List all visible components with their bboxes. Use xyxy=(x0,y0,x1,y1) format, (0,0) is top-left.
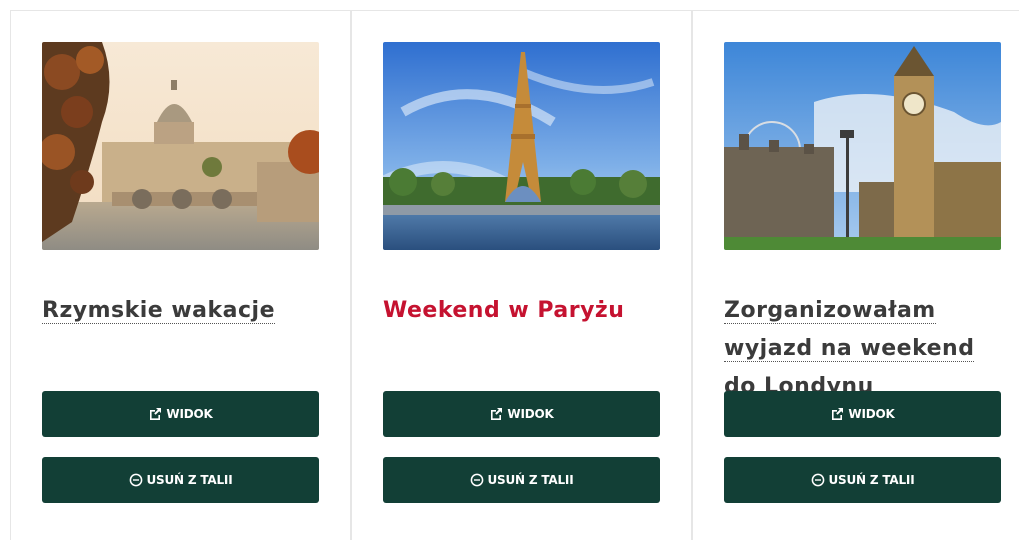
card-image-london[interactable] xyxy=(724,42,1001,250)
view-button[interactable]: WIDOK xyxy=(383,391,660,437)
minus-circle-icon xyxy=(470,473,484,487)
view-button-label: WIDOK xyxy=(166,407,213,421)
card-image-rome[interactable] xyxy=(42,42,319,250)
card-image-paris[interactable] xyxy=(383,42,660,250)
remove-from-deck-button[interactable]: USUŃ Z TALII xyxy=(383,457,660,503)
card-title[interactable]: Rzymskie wakacje xyxy=(42,292,322,330)
card-paris: Weekend w Paryżu WIDOK USUŃ Z TALII xyxy=(351,10,692,540)
minus-circle-icon xyxy=(129,473,143,487)
remove-button-label: USUŃ Z TALII xyxy=(146,473,233,487)
external-link-icon xyxy=(148,407,162,421)
card-row: Rzymskie wakacje WIDOK USUŃ Z TALII Week… xyxy=(0,0,1019,540)
remove-button-label: USUŃ Z TALII xyxy=(828,473,915,487)
card-title[interactable]: Weekend w Paryżu xyxy=(383,292,663,330)
view-button-label: WIDOK xyxy=(848,407,895,421)
view-button[interactable]: WIDOK xyxy=(42,391,319,437)
card-rome: Rzymskie wakacje WIDOK USUŃ Z TALII xyxy=(10,10,351,540)
view-button-label: WIDOK xyxy=(507,407,554,421)
card-title-link[interactable]: Weekend w Paryżu xyxy=(383,298,624,323)
remove-button-label: USUŃ Z TALII xyxy=(487,473,574,487)
card-title-link[interactable]: Rzymskie wakacje xyxy=(42,298,276,324)
remove-from-deck-button[interactable]: USUŃ Z TALII xyxy=(724,457,1001,503)
view-button[interactable]: WIDOK xyxy=(724,391,1001,437)
card-title-link[interactable]: Zorganizowałam wyjazd na weekend do Lond… xyxy=(724,298,975,394)
external-link-icon xyxy=(830,407,844,421)
external-link-icon xyxy=(489,407,503,421)
remove-from-deck-button[interactable]: USUŃ Z TALII xyxy=(42,457,319,503)
card-london: Zorganizowałam wyjazd na weekend do Lond… xyxy=(692,10,1019,540)
minus-circle-icon xyxy=(811,473,825,487)
card-title[interactable]: Zorganizowałam wyjazd na weekend do Lond… xyxy=(724,292,1004,394)
